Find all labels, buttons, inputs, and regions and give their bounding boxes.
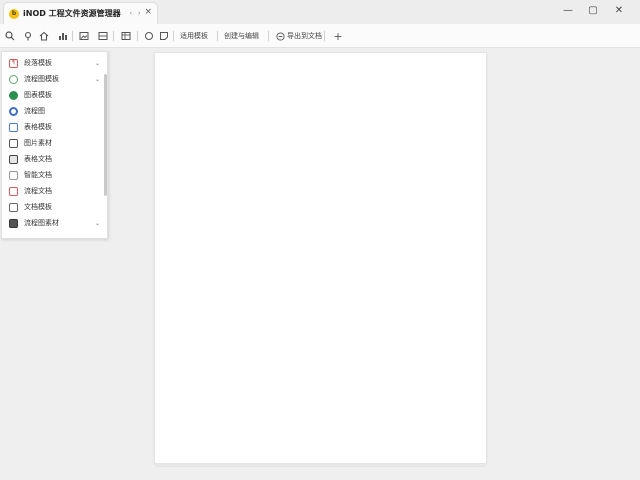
panel-item[interactable]: 流程图素材 ⌄: [2, 215, 102, 231]
shape-icon[interactable]: [143, 30, 155, 42]
material-icon: [9, 218, 18, 228]
tab-nav-arrows-icon[interactable]: ‹ ›: [130, 10, 143, 17]
panel-item[interactable]: 流程文档: [2, 183, 102, 199]
create-edit-button[interactable]: 创建与编辑: [224, 29, 259, 43]
tab-close-icon[interactable]: ×: [144, 7, 152, 17]
chevron-down-icon[interactable]: ⌄: [95, 60, 100, 67]
toolbar: 适用模板 创建与编辑 导出到文档 +: [0, 24, 640, 48]
image-icon: [9, 138, 18, 148]
minimize-button[interactable]: —: [561, 4, 575, 18]
paragraph-icon: ¶: [9, 58, 18, 68]
bar-chart-icon[interactable]: [57, 30, 69, 42]
table-icon[interactable]: [120, 30, 132, 42]
toolbar-separator: [268, 31, 269, 41]
panel-item-label: 流程文档: [24, 187, 52, 195]
image-frame-icon[interactable]: [78, 30, 90, 42]
export-button[interactable]: 导出到文档: [276, 29, 322, 43]
process-doc-icon: [9, 186, 18, 196]
chart-icon: [9, 90, 18, 100]
close-button[interactable]: ✕: [612, 4, 626, 18]
panel-item[interactable]: 智能文档: [2, 167, 102, 183]
apply-template-label: 适用模板: [180, 32, 208, 40]
panel-item[interactable]: 文档模板: [2, 199, 102, 215]
panel-item-label: 智能文档: [24, 171, 52, 179]
search-icon[interactable]: [4, 30, 16, 42]
panel-item[interactable]: 流程图: [2, 103, 102, 119]
toolbar-separator: [217, 31, 218, 41]
chevron-down-icon[interactable]: ⌄: [95, 220, 100, 227]
tab-title: iNOD 工程文件资源管理器: [23, 9, 121, 18]
page-edge: [156, 466, 485, 472]
panel-item[interactable]: 流程图模板 ⌄: [2, 71, 102, 87]
panel-item[interactable]: ¶ 段落模板 ⌄: [2, 55, 102, 71]
toolbar-separator: [173, 31, 174, 41]
export-label: 导出到文档: [287, 32, 322, 40]
panel-item-label: 文档模板: [24, 203, 52, 211]
sheet-icon: [9, 154, 18, 164]
panel-item-label: 图片素材: [24, 139, 52, 147]
doc-template-icon: [9, 202, 18, 212]
toolbar-separator: [324, 31, 325, 41]
panel-item[interactable]: 表格模板: [2, 119, 102, 135]
template-dropdown-panel: ¶ 段落模板 ⌄ 流程图模板 ⌄ 图表模板 流程图 表格模板 图片素材 表格文档…: [1, 51, 108, 239]
flowchart-icon: [9, 74, 18, 84]
panel-item-label: 表格文档: [24, 155, 52, 163]
chevron-down-icon[interactable]: ⌄: [95, 76, 100, 83]
process-icon: [9, 106, 18, 116]
document-page[interactable]: [154, 52, 487, 464]
panel-item[interactable]: 图片素材: [2, 135, 102, 151]
toolbar-separator: [72, 31, 73, 41]
panel-item-label: 流程图素材: [24, 219, 59, 227]
title-bar: b iNOD 工程文件资源管理器 ‹ › × — ▢ ✕: [0, 0, 640, 24]
add-icon[interactable]: +: [332, 30, 344, 43]
panel-item-label: 段落模板: [24, 59, 52, 67]
panel-item[interactable]: 图表模板: [2, 87, 102, 103]
panel-item-label: 图表模板: [24, 91, 52, 99]
smart-doc-icon: [9, 170, 18, 180]
layout-icon[interactable]: [97, 30, 109, 42]
maximize-button[interactable]: ▢: [586, 4, 600, 18]
table-icon: [9, 122, 18, 132]
panel-item-label: 流程图: [24, 107, 45, 115]
toolbar-separator: [137, 31, 138, 41]
create-edit-label: 创建与编辑: [224, 32, 259, 40]
toolbar-separator: [113, 31, 114, 41]
home-icon[interactable]: [38, 30, 50, 42]
pin-icon[interactable]: [22, 30, 34, 42]
panel-scrollbar[interactable]: [104, 74, 107, 196]
document-tab[interactable]: b iNOD 工程文件资源管理器 ‹ › ×: [3, 2, 158, 24]
panel-item-label: 表格模板: [24, 123, 52, 131]
panel-item-label: 流程图模板: [24, 75, 59, 83]
note-icon[interactable]: [158, 30, 170, 42]
panel-item[interactable]: 表格文档: [2, 151, 102, 167]
app-logo-icon: b: [9, 8, 19, 19]
apply-template-button[interactable]: 适用模板: [180, 29, 208, 43]
export-icon: [276, 31, 285, 41]
